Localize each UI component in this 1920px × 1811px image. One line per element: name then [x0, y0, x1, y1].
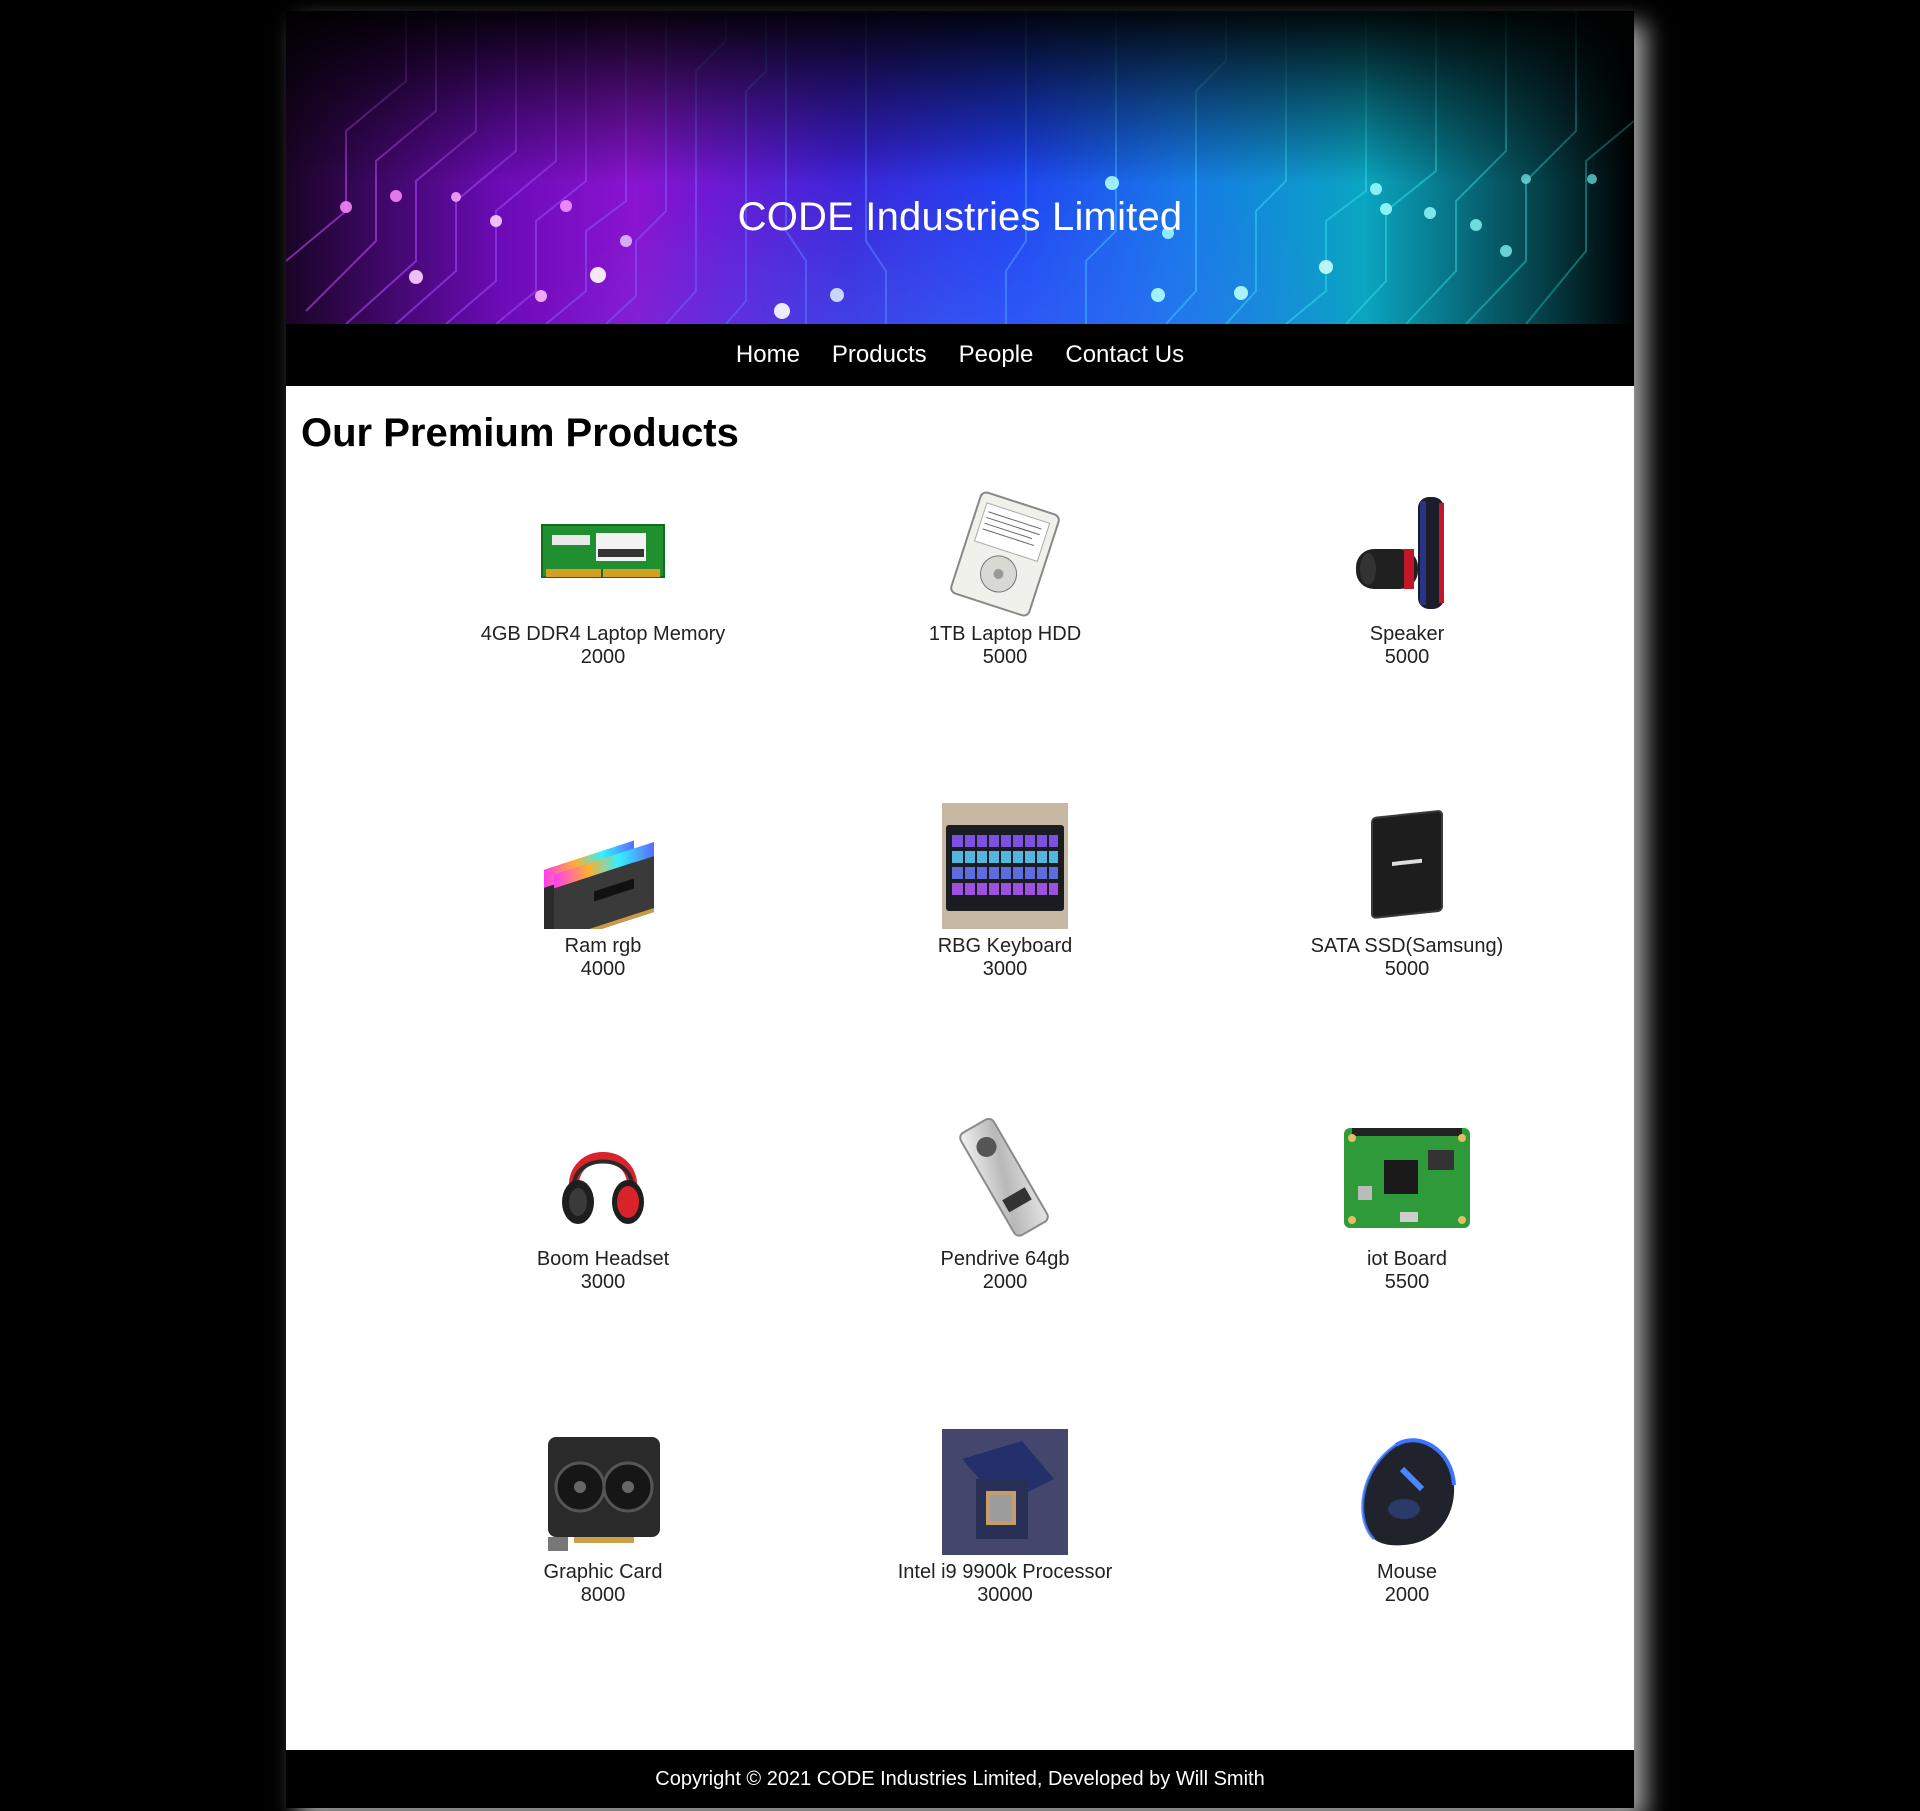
nav-link-products[interactable]: Products — [832, 341, 927, 369]
header-banner: CODE Industries Limited — [286, 11, 1634, 324]
product-card[interactable]: Pendrive 64gb 2000 — [825, 1116, 1185, 1294]
processor-icon — [942, 1429, 1068, 1555]
product-price: 5000 — [1384, 646, 1430, 668]
main-navigation: Home Products People Contact Us — [286, 324, 1634, 386]
product-price: 2000 — [580, 646, 626, 668]
product-name: Speaker — [1369, 623, 1445, 645]
product-name: Intel i9 9900k Processor — [897, 1561, 1113, 1583]
product-card[interactable]: RBG Keyboard 3000 — [825, 803, 1185, 981]
product-price: 30000 — [977, 1584, 1033, 1606]
product-name: Ram rgb — [564, 935, 642, 957]
banner-fade-overlay — [286, 11, 1634, 324]
product-price: 3000 — [580, 1271, 626, 1293]
site-title: CODE Industries Limited — [737, 195, 1183, 239]
headset-icon — [562, 1152, 644, 1224]
product-price: 5500 — [1384, 1271, 1430, 1293]
product-name: 4GB DDR4 Laptop Memory — [480, 623, 726, 645]
page-footer: Copyright © 2021 CODE Industries Limited… — [286, 1750, 1634, 1808]
product-price: 5000 — [982, 646, 1028, 668]
product-name: Mouse — [1376, 1561, 1438, 1583]
product-price: 4000 — [580, 958, 626, 980]
product-card[interactable]: iot Board 5500 — [1227, 1116, 1587, 1294]
graphics-card-icon — [548, 1437, 660, 1551]
hdd-icon — [950, 491, 1060, 617]
nav-link-contact-us[interactable]: Contact Us — [1065, 341, 1184, 369]
product-price: 2000 — [1384, 1584, 1430, 1606]
product-card[interactable]: Boom Headset 3000 — [423, 1116, 783, 1294]
product-name: 1TB Laptop HDD — [928, 623, 1082, 645]
ram-stick-icon — [541, 524, 665, 578]
keyboard-icon — [942, 803, 1068, 929]
nav-link-home[interactable]: Home — [736, 341, 800, 369]
product-price: 8000 — [580, 1584, 626, 1606]
product-card[interactable]: Intel i9 9900k Processor 30000 — [825, 1429, 1185, 1607]
product-card[interactable]: Graphic Card 8000 — [423, 1429, 783, 1607]
iot-board-icon — [1344, 1128, 1470, 1228]
product-card[interactable]: Mouse 2000 — [1227, 1429, 1587, 1607]
product-price: 5000 — [1384, 958, 1430, 980]
nav-link-people[interactable]: People — [959, 341, 1034, 369]
product-name: Graphic Card — [543, 1561, 663, 1583]
product-price: 2000 — [982, 1271, 1028, 1293]
product-card[interactable]: 1TB Laptop HDD 5000 — [825, 491, 1185, 669]
product-card[interactable]: Speaker 5000 — [1227, 491, 1587, 669]
product-card[interactable]: Ram rgb 4000 — [423, 803, 783, 981]
page-heading: Our Premium Products — [301, 411, 739, 455]
page-container: CODE Industries Limited Home Products Pe… — [286, 11, 1634, 1808]
product-price: 3000 — [982, 958, 1028, 980]
product-card[interactable]: 4GB DDR4 Laptop Memory 2000 — [423, 491, 783, 669]
copyright-text: Copyright © 2021 CODE Industries Limited… — [655, 1767, 1265, 1790]
product-name: Boom Headset — [536, 1248, 670, 1270]
product-name: SATA SSD(Samsung) — [1310, 935, 1504, 957]
mouse-icon — [1361, 1438, 1456, 1546]
pendrive-icon — [959, 1117, 1049, 1237]
ssd-icon — [1371, 810, 1443, 919]
product-name: RBG Keyboard — [937, 935, 1073, 957]
rgb-ram-icon — [544, 840, 654, 929]
product-card[interactable]: SATA SSD(Samsung) 5000 — [1227, 803, 1587, 981]
product-name: iot Board — [1366, 1248, 1448, 1270]
speaker-icon — [1356, 497, 1444, 609]
product-name: Pendrive 64gb — [940, 1248, 1070, 1270]
